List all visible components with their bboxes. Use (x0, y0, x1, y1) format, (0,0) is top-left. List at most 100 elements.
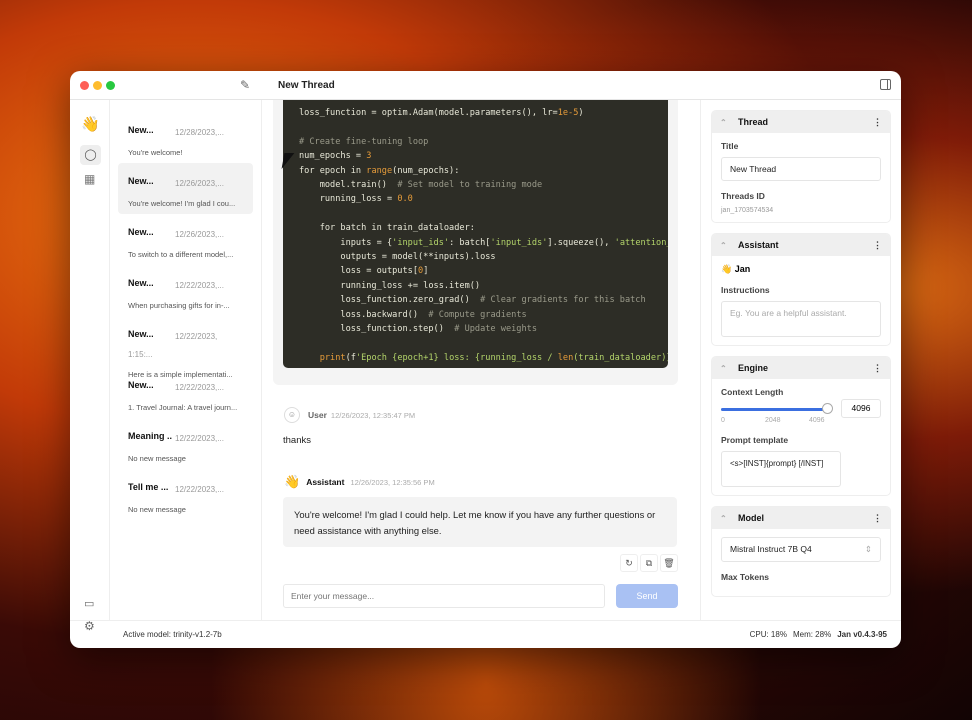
assistant-message-text: You're welcome! I'm glad I could help. L… (283, 497, 677, 547)
cpu-usage: CPU: 18% (749, 630, 787, 639)
message-actions: ↻ ⧉ 🗑 (620, 554, 678, 572)
jan-logo-icon: 👋 (81, 116, 100, 133)
code-line: num_epochs = 3 (299, 151, 372, 162)
context-length-input[interactable]: 4096 (841, 399, 881, 418)
thread-date: 12/28/2023,... (175, 128, 224, 137)
close-window-button[interactable] (80, 81, 89, 90)
thread-item[interactable]: New... 12/26/2023,... You're welcome! I'm … (118, 163, 253, 214)
thread-list: New... 12/28/2023,... You're welcome! New..… (110, 100, 262, 620)
card-title: Model (738, 513, 764, 523)
context-length-label: Context Length (721, 387, 784, 397)
thread-item[interactable]: New... 12/22/2023, 1:15:... Here is a simp… (118, 316, 253, 379)
sender-name: Assistant (306, 477, 345, 487)
code-line: model.train() # Set model to training mo… (299, 180, 543, 191)
message-header-user: ☺ User 12/26/2023, 12:35:47 PM (284, 407, 415, 423)
thread-card-header[interactable]: ⌃ Thread ⋮ (712, 111, 890, 133)
assistant-card-header[interactable]: ⌃ Assistant ⋮ (712, 234, 890, 256)
instructions-textarea[interactable]: Eg. You are a helpful assistant. (721, 301, 881, 337)
chevron-up-icon: ⌃ (720, 240, 727, 250)
code-line: loss_function.step() # Update weights (299, 324, 538, 335)
code-line: loss_function.zero_grad() # Clear gradie… (299, 295, 646, 306)
mem-usage: Mem: 28% (792, 630, 832, 639)
model-select[interactable]: Mistral Instruct 7B Q4 ⇕ (721, 537, 881, 562)
thread-date: 12/22/2023,... (175, 485, 224, 494)
max-tokens-label: Max Tokens (721, 572, 770, 582)
title-label: Title (721, 141, 739, 151)
send-button[interactable]: Send (616, 584, 678, 608)
more-vertical-icon[interactable]: ⋮ (873, 240, 882, 251)
context-slider-handle[interactable] (822, 403, 833, 414)
title-bar: ✎ New Thread (70, 71, 901, 100)
new-thread-edit-icon[interactable]: ✎ (240, 78, 250, 92)
status-bar: Active model: trinity-v1.2-7b CPU: 18% M… (70, 620, 901, 648)
user-avatar-icon: ☺ (284, 407, 300, 423)
thread-name: New... (128, 176, 154, 186)
thread-title-input[interactable]: New Thread (721, 157, 881, 181)
minimize-window-button[interactable] (93, 81, 102, 90)
sender-name: User (308, 410, 327, 420)
app-window: ✎ New Thread 👋 ◯ ▦ ▭ ⚙ New... 12/28/2023,… (70, 71, 901, 648)
thread-date: 12/22/2023,... (175, 281, 224, 290)
chat-area: loss_function = optim.Adam(model.paramet… (262, 100, 700, 620)
context-slider-fill (721, 408, 827, 411)
chevron-up-icon: ⌃ (720, 363, 727, 373)
engine-card-header[interactable]: ⌃ Engine ⋮ (712, 357, 890, 379)
thread-id-value: jan_1703574534 (721, 207, 774, 214)
system-monitor-icon[interactable]: ▭ (84, 597, 94, 610)
thread-name: New... (128, 278, 154, 288)
icon-rail: 👋 ◯ ▦ ▭ ⚙ (70, 100, 110, 633)
more-vertical-icon[interactable]: ⋮ (873, 363, 882, 374)
model-select-value: Mistral Instruct 7B Q4 (730, 544, 812, 554)
thread-preview: When purchasing gifts for in-... (128, 301, 230, 310)
context-slider-track[interactable] (721, 408, 827, 411)
model-card-header[interactable]: ⌃ Model ⋮ (712, 507, 890, 529)
card-title: Engine (738, 363, 769, 373)
code-line: for epoch in range(num_epochs): (299, 165, 460, 176)
message-time: 12/26/2023, 12:35:56 PM (350, 477, 435, 487)
assistant-name: 👋 Jan (721, 264, 881, 275)
thread-name: New... (128, 380, 154, 390)
delete-trash-icon[interactable]: 🗑 (660, 554, 678, 572)
app-version: Jan v0.4.3-95 (837, 630, 887, 639)
active-model: Active model: trinity-v1.2-7b (123, 630, 222, 639)
select-chevron-icon: ⇕ (864, 544, 872, 554)
thread-card: ⌃ Thread ⋮ Title New Thread Threads ID jan… (711, 110, 891, 223)
prompt-template-textarea[interactable]: <s>[INST]{prompt} [/INST] (721, 451, 841, 487)
thread-date: 12/22/2023,... (175, 383, 224, 392)
regenerate-icon[interactable]: ↻ (620, 554, 638, 572)
thread-item[interactable]: New... 12/22/2023,... When purchasing gift… (118, 265, 253, 316)
thread-item[interactable]: Meaning ...12/22/2023,... No new message (118, 418, 253, 469)
thread-date: 12/26/2023,... (175, 230, 224, 239)
thread-item[interactable]: Tell me ... 12/22/2023,... No new message (118, 469, 253, 520)
message-input[interactable] (283, 584, 605, 608)
code-line: print(f'Epoch {epoch+1} loss: {running_l… (319, 352, 668, 363)
thread-name: New... (128, 329, 154, 339)
code-line: loss = outputs[0] (299, 266, 429, 277)
code-line: running_loss += loss.item() (299, 280, 481, 291)
message-time: 12/26/2023, 12:35:47 PM (330, 410, 416, 420)
window-title: New Thread (278, 80, 335, 91)
copy-icon[interactable]: ⧉ (640, 554, 658, 572)
instructions-label: Instructions (721, 285, 770, 295)
thread-preview: 1. Travel Journal: A travel journ... (128, 403, 238, 412)
toggle-panel-icon[interactable] (880, 79, 891, 90)
slider-tick: 0 (721, 417, 725, 424)
maximize-window-button[interactable] (106, 81, 115, 90)
thread-date: 12/26/2023,... (175, 179, 224, 188)
jan-avatar-icon: 👋 (721, 264, 733, 274)
assistant-name-text: Jan (734, 264, 751, 274)
code-line: loss.backward() # Compute gradients (299, 309, 527, 320)
thread-name: Tell me ... (128, 482, 169, 492)
engine-card: ⌃ Engine ⋮ Context Length 0 2048 4096 4096… (711, 356, 891, 496)
more-vertical-icon[interactable]: ⋮ (873, 117, 882, 128)
hub-grid-icon[interactable]: ▦ (84, 172, 95, 186)
more-vertical-icon[interactable]: ⋮ (873, 513, 882, 524)
chat-icon[interactable]: ◯ (80, 145, 101, 165)
thread-item[interactable]: New... 12/28/2023,... You're welcome! (118, 112, 253, 163)
prompt-template-label: Prompt template (721, 435, 789, 445)
code-line: outputs = model(**inputs).loss (299, 252, 496, 263)
assistant-card: ⌃ Assistant ⋮ 👋 Jan Instructions Eg. You a… (711, 233, 891, 346)
code-line: for batch in train_dataloader: (299, 223, 475, 234)
code-line: loss_function = optim.Adam(model.paramet… (299, 108, 584, 118)
thread-item[interactable]: New... 12/26/2023,... To switch to a diffe… (118, 214, 253, 265)
